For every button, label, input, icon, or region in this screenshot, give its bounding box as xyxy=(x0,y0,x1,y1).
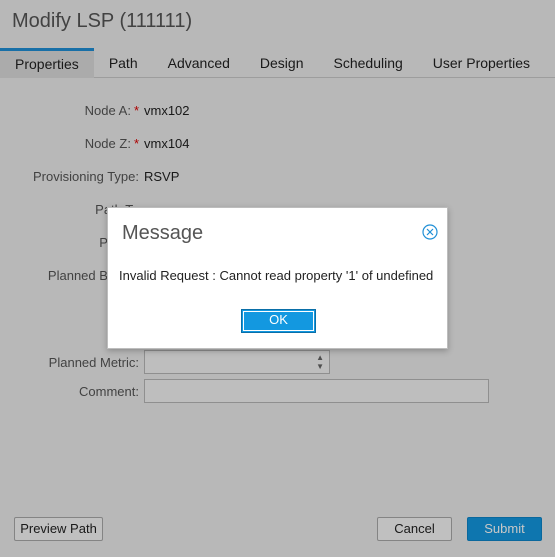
close-icon[interactable] xyxy=(422,224,438,240)
modal-message: Invalid Request : Cannot read property '… xyxy=(119,268,434,283)
message-modal: Message Invalid Request : Cannot read pr… xyxy=(107,207,448,349)
ok-button[interactable]: OK xyxy=(241,309,316,333)
modal-title: Message xyxy=(122,222,204,244)
